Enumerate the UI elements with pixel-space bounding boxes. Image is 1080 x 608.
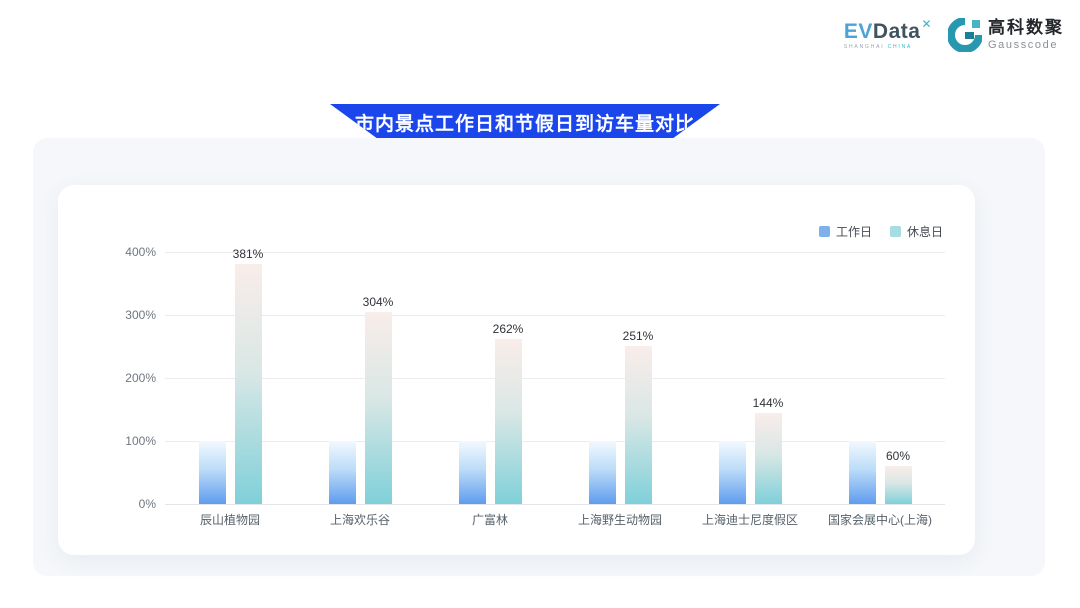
evdata-ev-text: EV bbox=[844, 21, 873, 42]
bar-group: 144% bbox=[685, 252, 815, 504]
bar-restday: 304% bbox=[365, 312, 392, 504]
bar-value-label: 144% bbox=[753, 396, 784, 410]
x-category-label: 上海迪士尼度假区 bbox=[685, 511, 815, 528]
evdata-tagline: SHANGHAI CHINA bbox=[844, 45, 912, 50]
evdata-tagline-china: CHINA bbox=[888, 44, 913, 50]
bar-group: 262% bbox=[425, 252, 555, 504]
legend-label-workday: 工作日 bbox=[836, 223, 872, 240]
page: { "header": { "evdata_logo": { "ev": "EV… bbox=[0, 0, 1080, 608]
bar-workday bbox=[849, 441, 876, 504]
y-tick-label: 0% bbox=[98, 497, 156, 511]
x-category-label: 国家会展中心(上海) bbox=[815, 511, 945, 528]
bar-value-label: 304% bbox=[363, 295, 394, 309]
x-axis-labels: 辰山植物园上海欢乐谷广富林上海野生动物园上海迪士尼度假区国家会展中心(上海) bbox=[165, 511, 945, 528]
gausscode-logo: 高科数聚 Gausscode bbox=[948, 18, 1064, 52]
bar-workday bbox=[199, 441, 226, 504]
bar-group: 60% bbox=[815, 252, 945, 504]
evdata-data-text: Data bbox=[873, 21, 921, 42]
bar-restday: 144% bbox=[755, 413, 782, 504]
legend-item-restday[interactable]: 休息日 bbox=[890, 223, 943, 240]
x-category-label: 辰山植物园 bbox=[165, 511, 295, 528]
bar-workday bbox=[459, 441, 486, 504]
bar-restday: 381% bbox=[235, 264, 262, 504]
bar-workday bbox=[589, 441, 616, 504]
x-category-label: 广富林 bbox=[425, 511, 555, 528]
page-title: 市内景点工作日和节假日到访车量对比 bbox=[355, 109, 695, 136]
chart-card: 工作日 休息日 0% 100% 200% 300% 400% 381% 304% 262% 2… bbox=[58, 185, 975, 555]
y-tick-label: 100% bbox=[98, 434, 156, 448]
x-axis-line bbox=[165, 504, 945, 505]
bar-workday bbox=[719, 441, 746, 504]
evdata-logo: EVData✕ SHANGHAI CHINA bbox=[844, 21, 932, 50]
bar-group: 304% bbox=[295, 252, 425, 504]
legend-swatch-workday bbox=[819, 226, 830, 237]
bar-value-label: 60% bbox=[886, 449, 910, 463]
gausscode-cn-name: 高科数聚 bbox=[988, 19, 1064, 38]
y-tick-label: 400% bbox=[98, 245, 156, 259]
legend-swatch-restday bbox=[890, 226, 901, 237]
gausscode-en-name: Gausscode bbox=[988, 39, 1064, 51]
bar-value-label: 251% bbox=[623, 329, 654, 343]
legend-label-restday: 休息日 bbox=[907, 223, 943, 240]
chart-legend: 工作日 休息日 bbox=[819, 223, 943, 240]
evdata-tagline-shanghai: SHANGHAI bbox=[844, 44, 885, 50]
bar-groups: 381% 304% 262% 251% 144% 60% bbox=[165, 252, 945, 504]
y-tick-label: 300% bbox=[98, 308, 156, 322]
evdata-wordmark: EVData✕ bbox=[844, 21, 932, 42]
bar-value-label: 381% bbox=[233, 247, 264, 261]
bar-value-label: 262% bbox=[493, 322, 524, 336]
gausscode-text: 高科数聚 Gausscode bbox=[988, 19, 1064, 51]
legend-item-workday[interactable]: 工作日 bbox=[819, 223, 872, 240]
bar-restday: 60% bbox=[885, 466, 912, 504]
bar-group: 251% bbox=[555, 252, 685, 504]
bar-restday: 251% bbox=[625, 346, 652, 504]
x-category-label: 上海野生动物园 bbox=[555, 511, 685, 528]
gausscode-g-icon bbox=[948, 18, 982, 52]
title-banner: 市内景点工作日和节假日到访车量对比 bbox=[330, 104, 720, 141]
x-category-label: 上海欢乐谷 bbox=[295, 511, 425, 528]
bar-group: 381% bbox=[165, 252, 295, 504]
y-tick-label: 200% bbox=[98, 371, 156, 385]
evdata-x-icon: ✕ bbox=[921, 18, 932, 30]
header-logos: EVData✕ SHANGHAI CHINA 高科数聚 Gausscode bbox=[844, 18, 1064, 52]
bar-workday bbox=[329, 441, 356, 504]
bar-restday: 262% bbox=[495, 339, 522, 504]
